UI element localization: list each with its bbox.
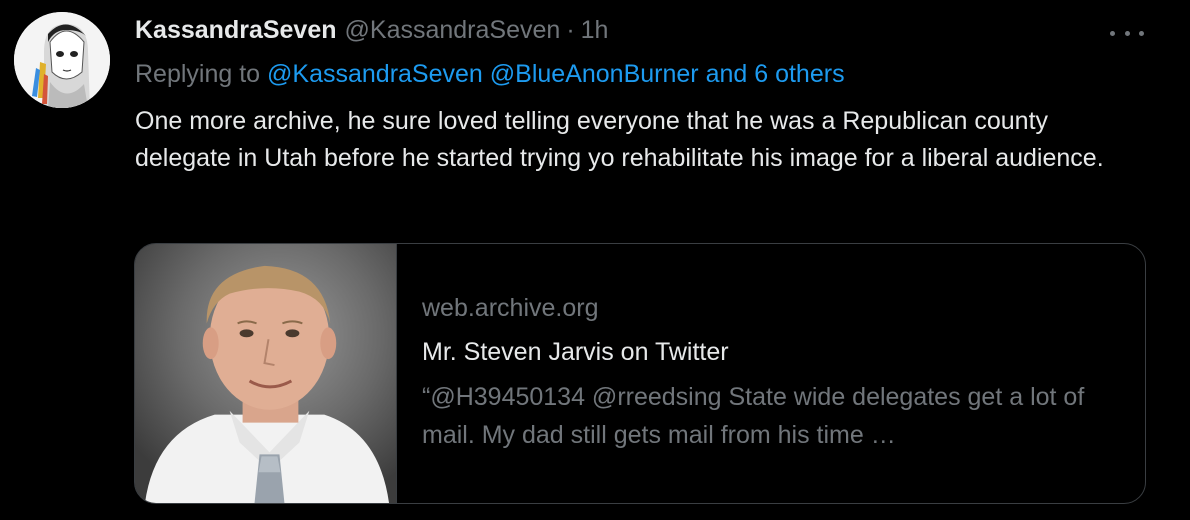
tweet-text: One more archive, he sure loved telling … [135, 107, 1104, 172]
card-description: “@H39450134 @rreedsing State wide delega… [422, 383, 1085, 449]
tweet: KassandraSeven @KassandraSeven · 1h Repl… [0, 0, 1190, 520]
replying-to-label: Replying to [135, 60, 261, 88]
link-card[interactable]: web.archive.org Mr. Steven Jarvis on Twi… [134, 243, 1146, 504]
avatar[interactable] [14, 12, 110, 108]
mention-blueanonburner[interactable]: @BlueAnonBurner [490, 60, 699, 88]
mention-kassandraseven[interactable]: @KassandraSeven [267, 60, 483, 88]
timestamp[interactable]: 1h [581, 16, 609, 45]
user-handle[interactable]: @KassandraSeven [345, 16, 561, 45]
separator-dot: · [566, 16, 575, 44]
display-name[interactable]: KassandraSeven [135, 16, 337, 45]
tweet-header: KassandraSeven @KassandraSeven · 1h [135, 16, 608, 48]
card-title: Mr. Steven Jarvis on Twitter [422, 338, 729, 366]
replying-to: Replying to @KassandraSeven @BlueAnonBur… [135, 60, 845, 89]
mention-others[interactable]: and 6 others [706, 60, 845, 88]
more-horizontal-icon[interactable] [1110, 28, 1144, 38]
card-body[interactable]: web.archive.org Mr. Steven Jarvis on Twi… [397, 244, 1145, 503]
card-domain: web.archive.org [422, 294, 599, 322]
card-thumbnail[interactable] [135, 244, 397, 503]
